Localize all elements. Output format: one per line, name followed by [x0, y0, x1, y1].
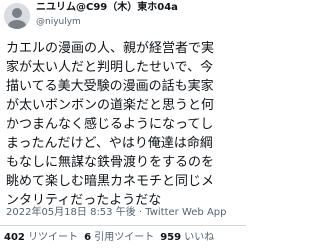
retweets-stat[interactable]: 402 リツイート — [4, 232, 78, 243]
tweet-text-line: 描いてる美大受験の漫画の話も実家 — [6, 79, 214, 94]
tweet-text-line: 眺めて楽しむ暗黒カネモチと同じメ — [6, 174, 215, 189]
meta-separator: · — [138, 207, 143, 218]
tweet-source[interactable]: Twitter Web App — [145, 207, 226, 218]
tweet-text-line: カエルの漫画の人、親が経営者で実 — [6, 41, 215, 56]
author-display-name[interactable]: ニユリム@C99（木）東ホ04a — [36, 2, 178, 14]
quotes-count: 6 — [84, 232, 92, 243]
retweets-label: リツイート — [28, 232, 79, 243]
likes-label: いいね — [184, 232, 215, 243]
quotes-stat[interactable]: 6 引用ツイート — [84, 232, 154, 243]
retweets-count: 402 — [4, 232, 25, 243]
divider — [0, 225, 246, 226]
avatar[interactable] — [4, 3, 30, 29]
avatar-image — [4, 3, 30, 29]
quotes-label: 引用ツイート — [94, 232, 155, 243]
likes-stat[interactable]: 959 いいね — [160, 232, 214, 243]
author-handle[interactable]: @niyulym — [36, 16, 81, 28]
tweet-text-line: 家が太い人だと判明したせいで、今 — [6, 60, 214, 75]
tweet-text: カエルの漫画の人、親が経営者で実 家が太い人だと判明したせいで、今 描いてる美大… — [6, 39, 244, 210]
tweet-timestamp[interactable]: 2022年05月18日 8:53 午後 — [6, 207, 136, 218]
tweet-text-line: もなしに無謀な鉄骨渡りをするのを — [6, 155, 215, 170]
tweet-text-line: かつまんなく感じるようになってし — [6, 117, 214, 132]
likes-count: 959 — [160, 232, 182, 243]
tweet-text-line: が太いボンボンの道楽だと思うと何 — [6, 98, 215, 113]
tweet-header: ニユリム@C99（木）東ホ04a @niyulym — [0, 0, 246, 34]
tweet-meta: 2022年05月18日 8:53 午後 · Twitter Web App — [6, 206, 227, 220]
tweet-text-line: まったんだけど、やはり俺達は命綱 — [6, 136, 213, 151]
tweet-stats: 402 リツイート 6 引用ツイート 959 いいね — [4, 231, 220, 245]
